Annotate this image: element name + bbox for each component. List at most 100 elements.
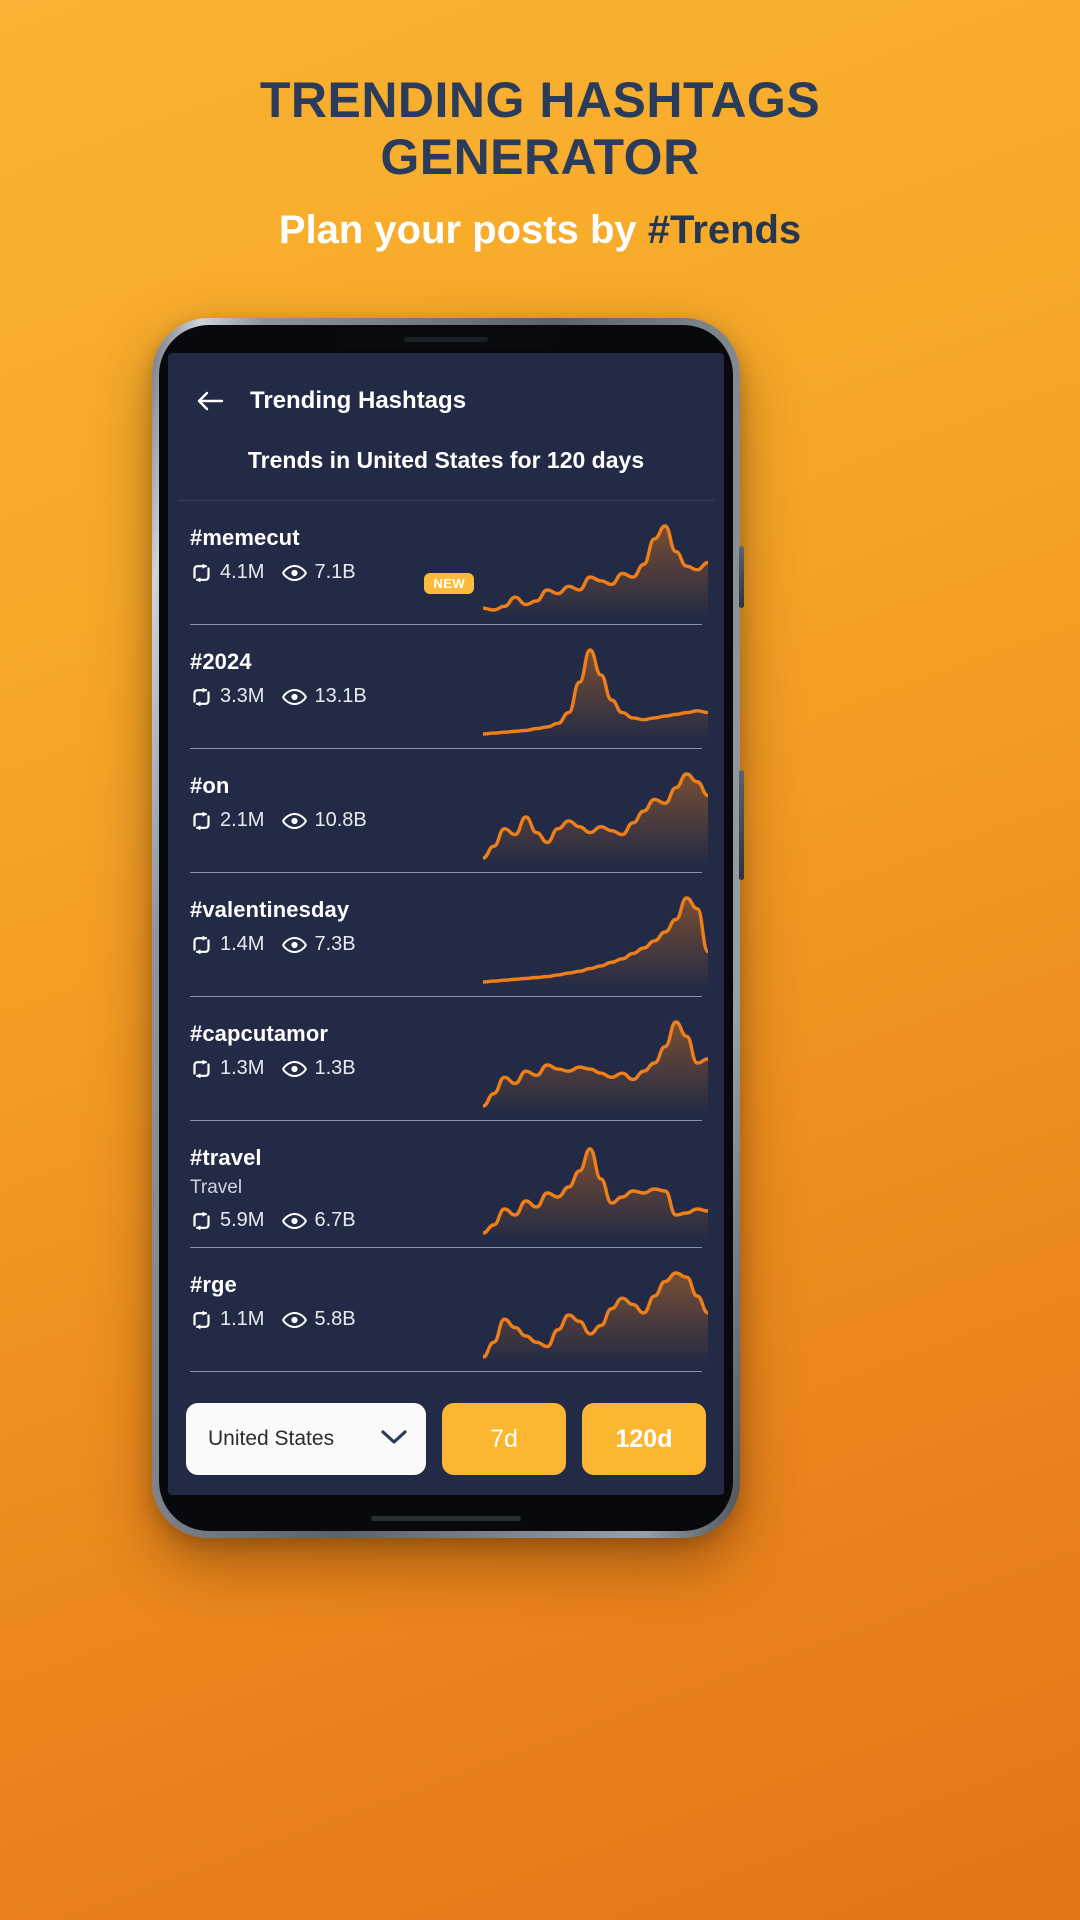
retweet-stat: 4.1M (190, 561, 264, 584)
trend-sparkline (483, 648, 708, 738)
retweet-icon (190, 687, 213, 707)
promo-subheadline: Plan your posts by #Trends (0, 206, 1080, 254)
retweet-icon (190, 935, 213, 955)
views-count: 13.1B (314, 685, 367, 707)
views-count: 6.7B (314, 1209, 356, 1231)
retweet-stat: 1.3M (190, 1057, 264, 1080)
retweet-icon (190, 1059, 213, 1079)
hashtag-row[interactable]: #rge 1.1M 5.8B (168, 1248, 724, 1371)
retweet-stat: 5.9M (190, 1209, 264, 1232)
new-badge: NEW (424, 573, 474, 594)
country-select[interactable]: United States (186, 1403, 426, 1475)
promo-header: TRENDING HASHTAGS GENERATOR Plan your po… (0, 0, 1080, 254)
hashtag-info: #memecut 4.1M 7.1B (190, 517, 356, 624)
trends-subtitle: Trends in United States for 120 days (247, 447, 645, 473)
row-divider (190, 1371, 702, 1372)
trend-sparkline (483, 524, 708, 614)
views-stat: 7.3B (282, 933, 356, 956)
phone-side-button-top (739, 546, 744, 608)
hashtag-name: #rge (190, 1272, 237, 1297)
page-title: Trending Hashtags (250, 387, 467, 414)
hashtag-info: #on 2.1M 10.8B (190, 765, 367, 872)
eye-icon (282, 1311, 308, 1329)
eye-icon (282, 1212, 308, 1230)
retweet-count: 1.4M (220, 933, 265, 955)
retweet-icon (190, 811, 213, 831)
hashtag-info: #capcutamor 1.3M 1.3B (190, 1013, 356, 1120)
hashtag-info: #travel Travel 5.9M 6.7B (190, 1137, 356, 1247)
hashtag-name: #travel (190, 1145, 262, 1170)
retweet-stat: 3.3M (190, 685, 264, 708)
app-bar: Trending Hashtags Trends in United State… (168, 353, 724, 501)
hashtag-stats: 4.1M 7.1B (190, 561, 356, 584)
hashtag-row[interactable]: #memecut 4.1M 7.1B NEW (168, 501, 724, 624)
range-button-7d[interactable]: 7d (442, 1403, 566, 1475)
trend-sparkline (483, 1020, 708, 1110)
chevron-down-icon (380, 1428, 408, 1451)
app-bar-row: Trending Hashtags (168, 377, 724, 425)
eye-icon (282, 812, 308, 830)
retweet-stat: 1.4M (190, 933, 264, 956)
promo-headline-line2: GENERATOR (380, 129, 700, 185)
phone-home-indicator (371, 1516, 521, 1521)
promo-headline-line1: TRENDING HASHTAGS (259, 72, 821, 128)
phone-side-button-bottom (739, 770, 744, 880)
phone-earpiece (404, 337, 488, 342)
hashtag-stats: 2.1M 10.8B (190, 809, 367, 832)
views-count: 5.8B (314, 1308, 356, 1330)
views-stat: 10.8B (282, 809, 367, 832)
hashtag-stats: 1.1M 5.8B (190, 1308, 356, 1331)
views-stat: 13.1B (282, 685, 367, 708)
hashtag-row[interactable]: #travel Travel 5.9M 6.7B (168, 1121, 724, 1247)
phone-mockup: Trending Hashtags Trends in United State… (152, 318, 744, 1538)
retweet-count: 5.9M (220, 1209, 265, 1231)
views-stat: 1.3B (282, 1057, 356, 1080)
eye-icon (282, 564, 308, 582)
hashtag-name: #valentinesday (190, 897, 350, 922)
arrow-left-icon[interactable] (190, 381, 230, 421)
hashtag-list[interactable]: #memecut 4.1M 7.1B NEW #2024 3.3M 13.1B #on 2.1M… (168, 501, 724, 1389)
promo-subheadline-plain: Plan your posts by (278, 208, 648, 252)
bottom-controls: United States 7d 120d (168, 1389, 724, 1495)
range-button-120d[interactable]: 120d (582, 1403, 706, 1475)
hashtag-stats: 3.3M 13.1B (190, 685, 367, 708)
retweet-icon (190, 1310, 213, 1330)
hashtag-row[interactable]: #valentinesday 1.4M 7.3B (168, 873, 724, 996)
eye-icon (282, 688, 308, 706)
retweet-count: 4.1M (220, 561, 265, 583)
hashtag-name: #capcutamor (190, 1021, 329, 1046)
hashtag-row[interactable]: #on 2.1M 10.8B (168, 749, 724, 872)
eye-icon (282, 936, 308, 954)
hashtag-info: #2024 3.3M 13.1B (190, 641, 367, 748)
app-screen: Trending Hashtags Trends in United State… (168, 353, 724, 1495)
retweet-count: 2.1M (220, 809, 265, 831)
views-count: 7.3B (314, 933, 356, 955)
hashtag-stats: 1.4M 7.3B (190, 933, 356, 956)
trend-sparkline (483, 1147, 708, 1237)
views-count: 10.8B (314, 809, 367, 831)
views-stat: 5.8B (282, 1308, 356, 1331)
retweet-count: 1.3M (220, 1057, 265, 1079)
hashtag-name: #2024 (190, 649, 252, 674)
views-stat: 6.7B (282, 1209, 356, 1232)
promo-subheadline-accent: #Trends (647, 208, 802, 252)
hashtag-row[interactable]: #capcutamor 1.3M 1.3B (168, 997, 724, 1120)
views-stat: 7.1B (282, 561, 356, 584)
trend-sparkline (483, 772, 708, 862)
hashtag-category: Travel (190, 1177, 243, 1198)
retweet-stat: 2.1M (190, 809, 264, 832)
retweet-icon (190, 563, 213, 583)
hashtag-stats: 1.3M 1.3B (190, 1057, 356, 1080)
phone-bezel: Trending Hashtags Trends in United State… (159, 325, 733, 1531)
hashtag-info: #valentinesday 1.4M 7.3B (190, 889, 356, 996)
country-select-label: United States (208, 1427, 335, 1450)
views-count: 7.1B (314, 561, 356, 583)
retweet-count: 1.1M (220, 1308, 265, 1330)
retweet-count: 3.3M (220, 685, 265, 707)
retweet-stat: 1.1M (190, 1308, 264, 1331)
hashtag-row[interactable]: #2024 3.3M 13.1B (168, 625, 724, 748)
hashtag-name: #memecut (190, 525, 300, 550)
retweet-icon (190, 1211, 213, 1231)
hashtag-info: #rge 1.1M 5.8B (190, 1264, 356, 1371)
eye-icon (282, 1060, 308, 1078)
